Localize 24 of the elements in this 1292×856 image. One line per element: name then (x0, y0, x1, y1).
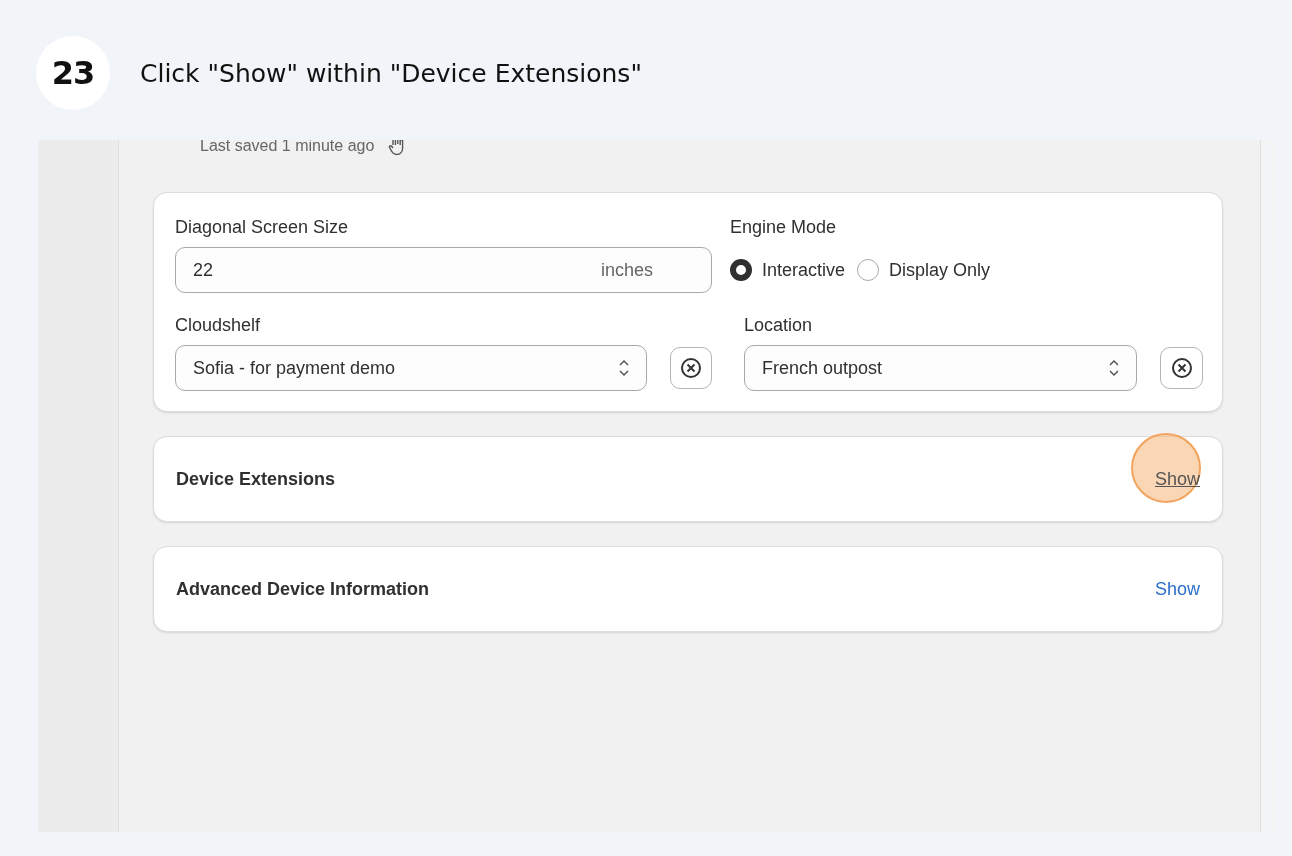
screen-size-field[interactable]: 22 inches (175, 247, 712, 293)
field-label: Engine Mode (730, 217, 838, 238)
show-link[interactable]: Show (1154, 578, 1200, 600)
cloudshelf-select[interactable]: Sofia - for payment demo (175, 345, 648, 391)
field-label: Location (744, 315, 814, 336)
clear-button[interactable] (1160, 347, 1203, 389)
clear-button[interactable] (670, 347, 712, 389)
radio-button[interactable] (730, 259, 752, 281)
step-number: 23 (36, 36, 110, 110)
clear-icon (680, 357, 703, 379)
radio-label[interactable]: Display Only (889, 259, 991, 281)
show-link[interactable]: Show (1154, 468, 1200, 490)
location-select[interactable]: French outpost (744, 345, 1137, 391)
save-status: Last saved 1 minute ago (200, 140, 375, 155)
chevron-up-down-icon (618, 358, 631, 378)
step-instruction: Click "Show" within "Device Extensions" (140, 59, 642, 88)
field-label: Cloudshelf (175, 315, 262, 336)
section-title: Advanced Device Information (176, 578, 430, 600)
chevron-up-down-icon (1108, 358, 1120, 378)
radio-button[interactable] (857, 259, 880, 281)
section-title: Device Extensions (176, 468, 336, 490)
clear-icon (1170, 357, 1193, 379)
radio-label[interactable]: Interactive (762, 259, 846, 281)
field-label: Diagonal Screen Size (175, 217, 350, 238)
